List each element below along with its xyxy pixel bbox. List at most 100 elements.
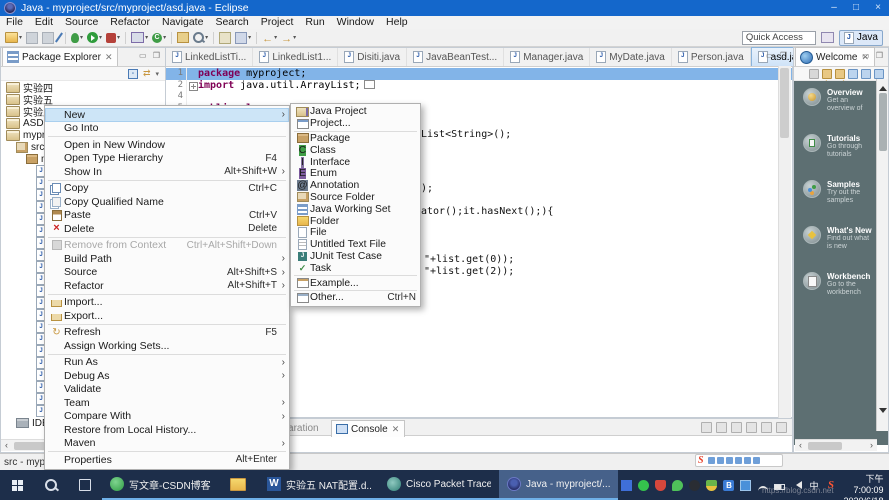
taskbar-app-button[interactable]: Cisco Packet Tracer — [379, 470, 499, 500]
submenu-item[interactable]: Folder — [291, 215, 420, 227]
window-control-button[interactable]: □ — [845, 0, 867, 16]
console-tab[interactable]: Console ✕ — [330, 420, 406, 437]
toolbar-icon[interactable] — [219, 31, 232, 45]
welcome-vscrollbar[interactable] — [876, 79, 888, 431]
menu-bar-item[interactable]: File — [0, 16, 29, 29]
panel-minmax-icons[interactable]: ▭ ❒ — [139, 51, 162, 60]
scroll-left-icon[interactable]: ‹ — [795, 440, 806, 451]
task-view-button[interactable] — [68, 470, 102, 500]
context-menu-item[interactable]: Export... — [45, 309, 289, 323]
chevron-down-icon[interactable]: ▾ — [205, 34, 208, 41]
chevron-down-icon[interactable]: ▾ — [99, 34, 102, 41]
console-toolbar-icon[interactable] — [746, 422, 757, 433]
welcome-item[interactable]: Tutorials Go through tutorials — [794, 134, 888, 159]
scroll-down-icon[interactable] — [879, 408, 887, 417]
tray-icon[interactable] — [771, 470, 788, 500]
tray-icon[interactable] — [669, 470, 686, 500]
welcome-item[interactable]: Overview Get an overview of the features — [794, 88, 888, 113]
toolbar-icon[interactable]: ▾ — [106, 31, 120, 45]
submenu-item[interactable]: Task — [291, 262, 420, 274]
chevron-down-icon[interactable]: ▾ — [117, 34, 120, 41]
open-perspective-icon[interactable] — [820, 32, 834, 43]
taskbar-app-button[interactable] — [222, 470, 259, 500]
submenu-item[interactable]: Source Folder — [291, 192, 420, 204]
context-menu-item[interactable]: Restore from Local History... — [45, 423, 289, 437]
window-control-button[interactable]: × — [867, 0, 889, 16]
panel-minmax-icons[interactable]: ▭ ❒ — [862, 51, 885, 60]
tray-icon[interactable] — [788, 470, 805, 500]
submenu-item[interactable]: Other... Ctrl+N — [291, 292, 420, 304]
menu-bar-item[interactable]: Window — [331, 16, 380, 29]
welcome-toolbar-icon[interactable] — [822, 68, 832, 79]
panel-minmax-icons[interactable]: ▭ ❒ — [766, 51, 789, 60]
submenu-item[interactable]: Package — [291, 133, 420, 145]
toolbar-icon[interactable] — [42, 31, 55, 45]
menu-bar-item[interactable]: Navigate — [156, 16, 209, 29]
editor-tab[interactable]: LinkedListTi... — [166, 48, 254, 66]
tray-icon[interactable]: B — [720, 470, 737, 500]
submenu-item[interactable]: JUnit Test Case — [291, 251, 420, 263]
tray-icon[interactable] — [618, 470, 635, 500]
vscroll-thumb[interactable] — [878, 93, 887, 151]
context-menu-item[interactable]: Build Path › — [45, 252, 289, 266]
submenu-item[interactable]: Interface — [291, 156, 420, 168]
ime-toolbar-icon[interactable] — [734, 457, 742, 464]
context-menu-item[interactable]: Remove from Context Ctrl+Alt+Shift+Down — [45, 239, 289, 253]
tray-icon[interactable] — [635, 470, 652, 500]
toolbar-icon[interactable] — [55, 31, 63, 45]
taskbar-app-button[interactable]: 实验五 NAT配置.d... — [259, 470, 379, 500]
vscroll-thumb[interactable] — [780, 68, 789, 138]
taskbar-app-button[interactable]: Java - myproject/... — [499, 470, 619, 500]
context-menu-item[interactable]: Run As › — [45, 356, 289, 370]
welcome-hscrollbar[interactable]: ‹ › — [795, 439, 877, 451]
context-menu-item[interactable]: Open in New Window — [45, 138, 289, 152]
taskbar-search-button[interactable] — [34, 470, 68, 500]
welcome-toolbar-icon[interactable] — [809, 68, 819, 79]
submenu-item[interactable]: Class — [291, 144, 420, 156]
context-menu-item[interactable]: Validate — [45, 383, 289, 397]
context-menu-item[interactable]: Go Into — [45, 122, 289, 136]
context-menu-item[interactable]: Properties Alt+Enter — [45, 453, 289, 467]
editor-tab[interactable]: Person.java — [672, 48, 751, 66]
welcome-item[interactable]: Samples Try out the samples — [794, 180, 888, 205]
scroll-right-icon[interactable]: › — [866, 440, 877, 451]
toolbar-icon[interactable]: ▾ — [262, 31, 277, 45]
editor-tab[interactable]: Disiti.java — [338, 48, 408, 66]
package-explorer-tab[interactable]: Package Explorer ✕ — [2, 47, 119, 66]
submenu-item[interactable]: Untitled Text File — [291, 239, 420, 251]
code-line[interactable]: 2 import java.util.ArrayList; — [166, 79, 792, 91]
taskbar-app-button[interactable]: 写文章-CSDN博客 ... — [102, 470, 222, 500]
console-toolbar-icon[interactable] — [761, 422, 772, 433]
chevron-down-icon[interactable]: ▾ — [274, 34, 277, 41]
toolbar-icon[interactable] — [177, 31, 190, 45]
context-menu-item[interactable]: Refresh F5 — [45, 326, 289, 340]
ime-toolbar[interactable]: S — [695, 454, 783, 467]
menu-bar-item[interactable]: Project — [255, 16, 300, 29]
context-menu-item[interactable]: Import... — [45, 296, 289, 310]
context-menu-item[interactable]: Team › — [45, 396, 289, 410]
tray-icon[interactable] — [686, 470, 703, 500]
submenu-item[interactable]: Project... — [291, 118, 420, 130]
menu-bar-item[interactable]: Help — [380, 16, 414, 29]
scroll-left-icon[interactable]: ‹ — [1, 440, 12, 451]
submenu-item[interactable]: Example... — [291, 277, 420, 289]
submenu-item[interactable]: Annotation — [291, 180, 420, 192]
submenu-item[interactable]: File — [291, 227, 420, 239]
context-menu-item[interactable]: Open Type Hierarchy F4 — [45, 152, 289, 166]
ime-toolbar-icon[interactable] — [743, 457, 751, 464]
context-menu-item[interactable]: Assign Working Sets... — [45, 339, 289, 353]
welcome-toolbar-icon[interactable] — [861, 68, 871, 79]
tray-icon[interactable] — [737, 470, 754, 500]
context-menu-item[interactable]: Debug As › — [45, 369, 289, 383]
tray-icon[interactable] — [703, 470, 720, 500]
start-button[interactable] — [0, 470, 34, 500]
menu-bar-item[interactable]: Refactor — [104, 16, 156, 29]
tray-icon[interactable] — [652, 470, 669, 500]
console-toolbar-icon[interactable] — [701, 422, 712, 433]
java-perspective-button[interactable]: Java — [838, 29, 883, 46]
chevron-down-icon[interactable]: ▾ — [80, 34, 83, 41]
chevron-down-icon[interactable]: ▾ — [19, 34, 22, 41]
toolbar-icon[interactable]: ▾ — [5, 31, 22, 45]
taskbar-clock[interactable]: 下午 7:00:09 2020/6/18 星期四 — [839, 470, 889, 500]
context-menu-item[interactable]: Compare With › — [45, 410, 289, 424]
